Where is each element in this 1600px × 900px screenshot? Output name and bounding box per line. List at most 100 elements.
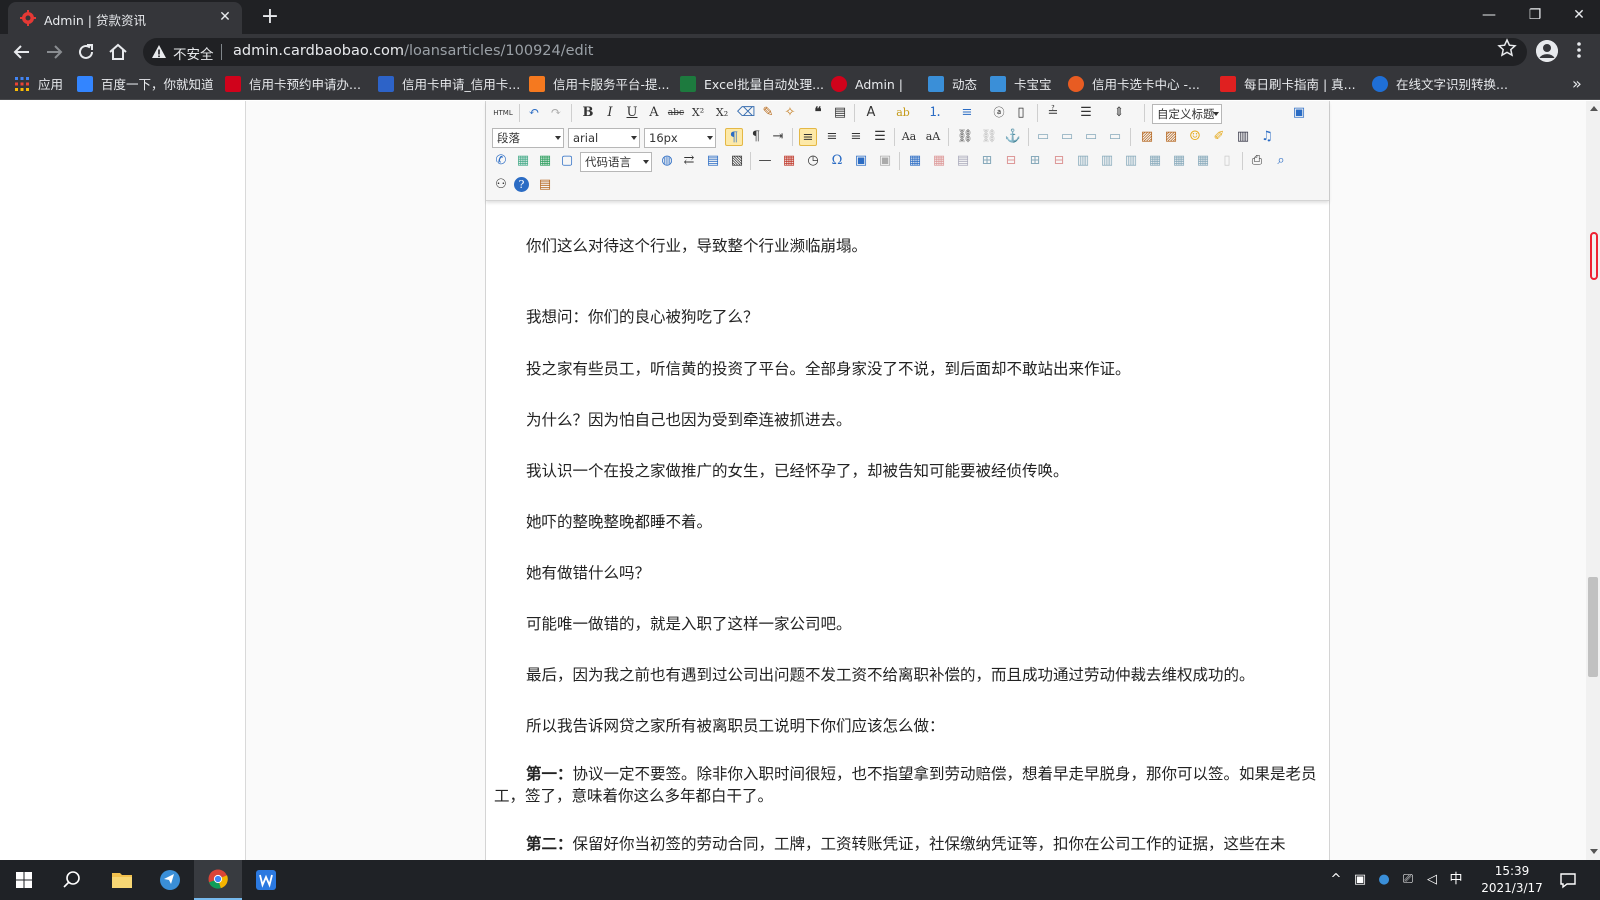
superscript-icon[interactable]: X² [689,104,707,122]
chevron-up-icon[interactable]: ^ [1328,872,1344,888]
ime-indicator[interactable]: 中 [1448,872,1464,888]
emotion-icon[interactable]: ☺ [1186,128,1204,146]
restore-button[interactable]: ❐ [1512,0,1558,30]
insert-col-icon[interactable]: ⊞ [1026,152,1044,170]
menu-kebab-icon[interactable] [1576,41,1582,59]
scrawl-icon[interactable]: ✐ [1210,128,1228,146]
ordered-list-icon[interactable]: ⒈ [926,104,944,122]
music-icon[interactable]: ♫ [1258,128,1276,146]
bookmark-ocr[interactable]: 在线文字识别转换... [1372,76,1508,94]
new-tab-button[interactable]: + [258,4,282,30]
insert-table-icon[interactable]: ▦ [906,152,924,170]
row-spacing-top-icon[interactable]: ≟ [1044,104,1062,122]
bookmark-admin[interactable]: Admin | [831,76,903,94]
home-icon[interactable] [106,40,130,64]
font-border-icon[interactable]: A [645,104,663,122]
snapscreen-icon[interactable]: ▣ [852,152,870,170]
bookmark-dongtai[interactable]: 动态 [928,76,977,94]
split-cells-icon[interactable]: ▦ [1146,152,1164,170]
windows-start-icon[interactable] [0,860,48,900]
feishu-tray-icon[interactable]: ● [1376,872,1392,888]
bookmark-credit-card-apply[interactable]: 信用卡申请_信用卡... [378,76,520,94]
rtl-direction-icon[interactable]: ¶ [747,128,765,146]
horizontal-rule-icon[interactable]: — [756,152,774,170]
bookmark-card-center[interactable]: 信用卡选卡中心 -... [1068,76,1200,94]
page-break-icon[interactable]: ▯ [1012,104,1030,122]
time-icon[interactable]: ◷ [804,152,822,170]
bookmark-baidu[interactable]: 百度一下，你就知道 [77,76,214,94]
screenshot-tray-icon[interactable]: ▣ [1352,872,1368,888]
format-brush-icon[interactable]: ✎ [759,104,777,122]
date-icon[interactable]: ▦ [780,152,798,170]
insert-paragraph-before-table-icon[interactable]: ▤ [954,152,972,170]
lowercase-icon[interactable]: aA [924,128,942,146]
ltr-direction-icon[interactable]: ¶ [725,128,743,146]
address-bar[interactable]: 不安全 admin.cardbaobao.com/loansarticles/1… [143,38,1527,66]
html-source-button[interactable]: HTML [492,104,514,122]
fullscreen-icon[interactable]: ▣ [1290,104,1308,122]
font-color-icon[interactable]: A [862,104,880,122]
align-center-icon[interactable]: ≡ [823,128,841,146]
image-left-icon[interactable]: ▭ [1058,128,1076,146]
font-size-select[interactable]: 16px [644,128,716,148]
back-arrow-icon[interactable] [10,40,34,64]
row-spacing-bottom-icon[interactable]: ☰ [1077,104,1095,122]
highlight-color-icon[interactable]: ab [894,104,912,122]
forward-arrow-icon[interactable] [42,40,66,64]
google-map-icon[interactable]: ▦ [536,152,554,170]
image-right-icon[interactable]: ▭ [1082,128,1100,146]
insert-row-icon[interactable]: ⊞ [978,152,996,170]
unordered-list-icon[interactable]: ≡ [958,104,976,122]
align-justify-icon[interactable]: ☰ [871,128,889,146]
anchor-icon[interactable]: ⚓ [1004,128,1022,146]
reload-icon[interactable] [74,40,98,64]
notification-center-icon[interactable] [1558,870,1578,890]
feishu-app-icon[interactable] [146,860,194,900]
insert-frame-icon[interactable]: ⓐ [990,104,1008,122]
blockquote-icon[interactable]: ❝ [809,104,827,122]
scroll-down-arrow-icon[interactable] [1590,849,1598,854]
chrome-icon[interactable] [194,860,242,900]
chart-icon[interactable]: ▯ [1218,152,1236,170]
map-icon[interactable]: ▦ [514,152,532,170]
scrollbar-thumb[interactable] [1588,577,1598,677]
url-text[interactable]: admin.cardbaobao.com/loansarticles/10092… [233,43,593,59]
bookmark-excel[interactable]: Excel批量自动处理... [680,76,824,94]
bookmark-credit-card-service[interactable]: 信用卡服务平台-提... [529,76,669,94]
system-clock[interactable]: 15:39 2021/3/17 [1476,863,1548,897]
bookmark-kabaobao[interactable]: 卡宝宝 [990,76,1052,94]
search-replace-icon[interactable]: ⚇ [492,176,510,194]
undo-icon[interactable]: ↶ [525,104,543,122]
split-rows-icon[interactable]: ▦ [1170,152,1188,170]
uppercase-icon[interactable]: Aa [900,128,918,146]
eraser-icon[interactable]: ⌫ [737,104,755,122]
special-char-icon[interactable]: Ω [828,152,846,170]
strikethrough-icon[interactable]: abc [667,104,685,122]
delete-table-icon[interactable]: ▦ [930,152,948,170]
paragraph-format-select[interactable]: 段落 [492,128,564,148]
delete-col-icon[interactable]: ⊟ [1050,152,1068,170]
pagebreak-icon[interactable]: ⇄ [680,152,698,170]
word-image-icon[interactable]: ▣ [876,152,894,170]
wps-writer-icon[interactable] [242,860,290,900]
multi-image-icon[interactable]: ▨ [1162,128,1180,146]
paste-plain-icon[interactable]: ▤ [831,104,849,122]
template-icon[interactable]: ▤ [704,152,722,170]
bookmark-star-icon[interactable] [1497,38,1517,58]
image-center-icon[interactable]: ▭ [1106,128,1124,146]
page-scrollbar[interactable] [1586,101,1600,860]
italic-icon[interactable]: I [601,104,619,122]
bold-icon[interactable]: B [579,104,597,122]
editor-content[interactable]: 你们这么对待这个行业，导致整个行业濒临崩塌。 我想问：你们的良心被狗吃了么？ 投… [486,201,1329,860]
line-height-icon[interactable]: ⇕ [1110,104,1128,122]
background-icon[interactable]: ▧ [728,152,746,170]
web-app-icon[interactable]: ◍ [658,152,676,170]
bookmark-credit-card-reserve[interactable]: 信用卡预约申请办... [225,76,361,94]
redo-icon[interactable]: ↷ [547,104,565,122]
warning-triangle-icon[interactable] [151,44,167,60]
custom-heading-select[interactable]: 自定义标题 [1152,104,1222,124]
link-icon[interactable]: ⛓ [956,128,974,146]
volume-muted-icon[interactable]: ◁ [1424,872,1440,888]
unlink-icon[interactable]: ⛓ [980,128,998,146]
insert-frame-icon[interactable]: ▢ [558,152,576,170]
